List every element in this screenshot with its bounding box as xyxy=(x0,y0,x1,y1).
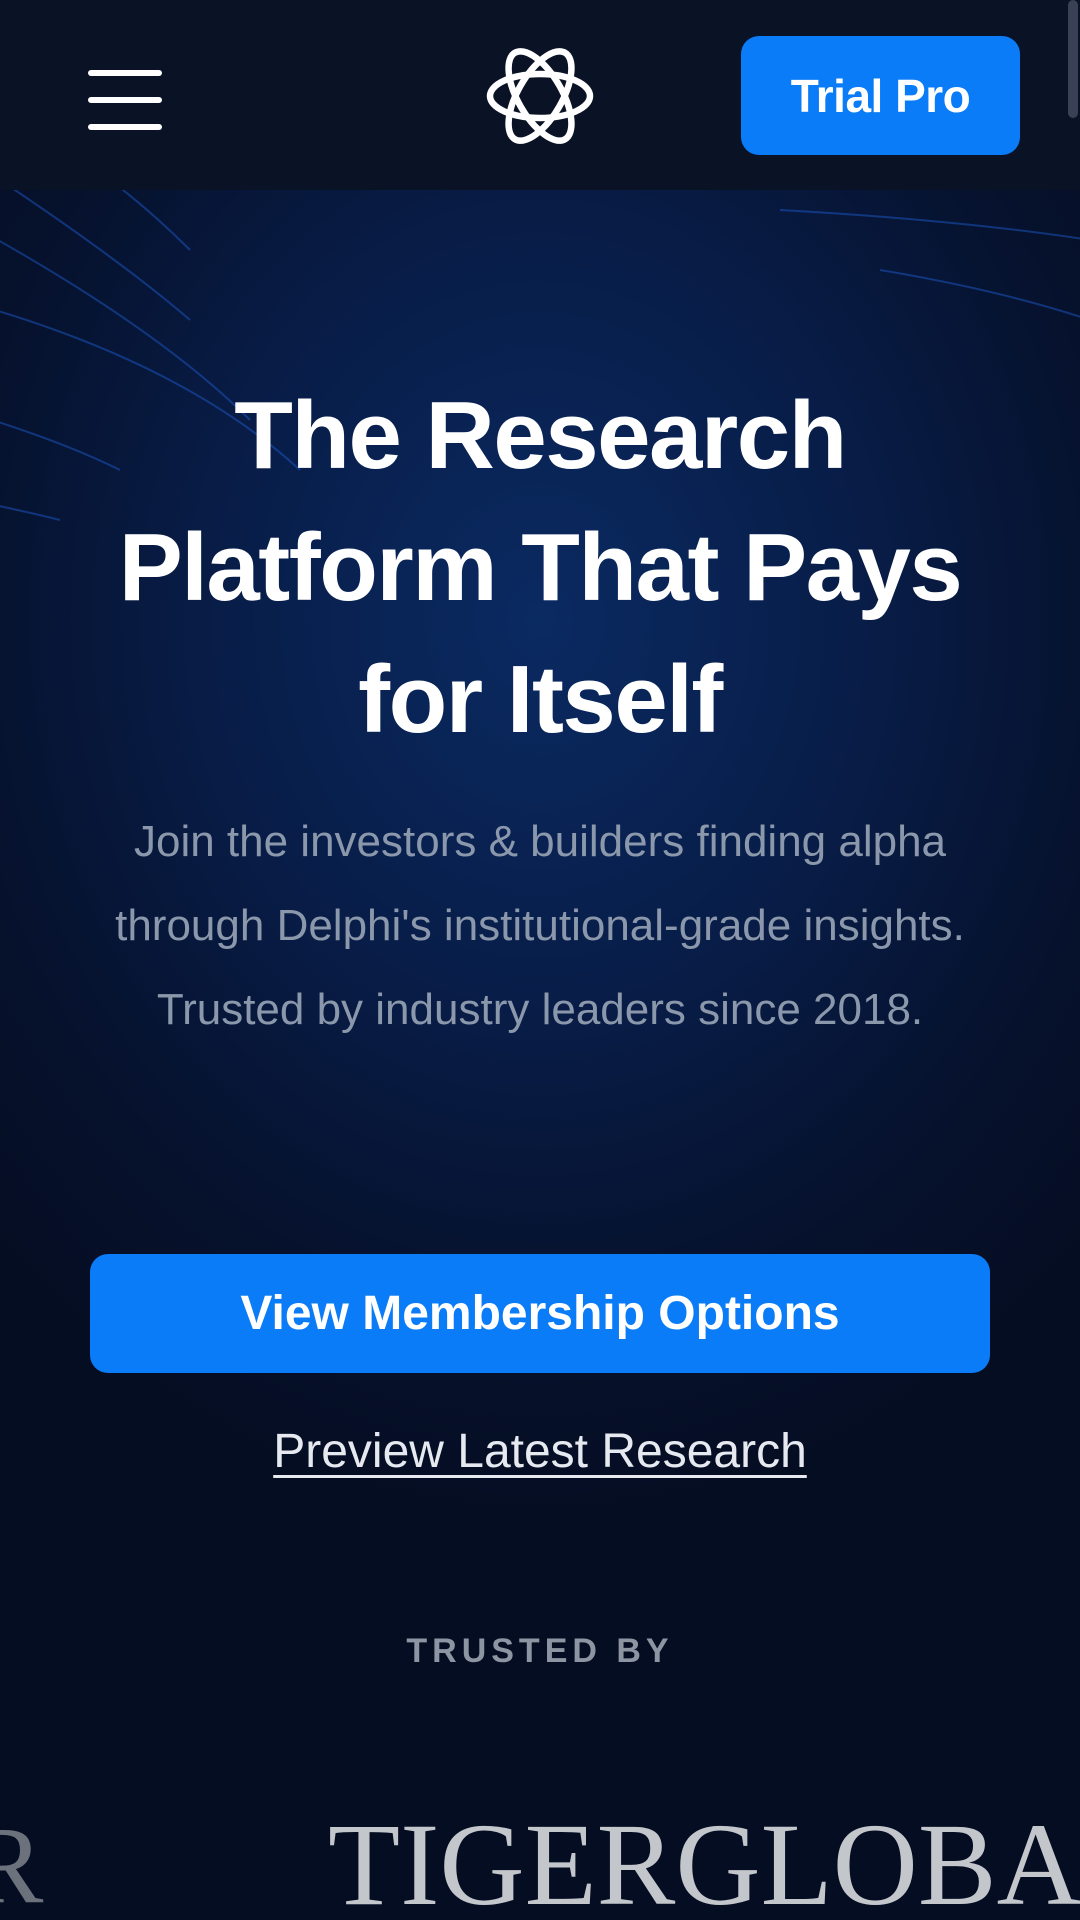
partner-logo-strip: R TIGERGLOBA xyxy=(0,1810,1080,1920)
menu-line-bottom xyxy=(88,124,162,130)
header-bar: Trial Pro xyxy=(0,0,1080,190)
hero-subtitle: Join the investors & builders finding al… xyxy=(115,817,965,1034)
menu-line-middle xyxy=(88,97,162,103)
preview-research-container: Preview Latest Research xyxy=(0,1420,1080,1484)
hero-title: The Research Platform That Pays for Itse… xyxy=(118,382,963,753)
menu-line-top xyxy=(88,70,162,76)
scrollbar-thumb[interactable] xyxy=(1068,0,1078,118)
trusted-by-heading: TRUSTED BY xyxy=(406,1632,674,1670)
preview-latest-research-link[interactable]: Preview Latest Research xyxy=(273,1425,807,1478)
tiger-global-logo: TIGERGLOBA xyxy=(328,1810,1080,1920)
view-membership-options-button[interactable]: View Membership Options xyxy=(90,1254,990,1373)
trial-pro-button[interactable]: Trial Pro xyxy=(741,36,1020,155)
delphi-knot-logo-icon[interactable] xyxy=(478,34,602,158)
partner-logo-partial: R xyxy=(0,1810,44,1920)
hamburger-menu-icon[interactable] xyxy=(88,70,162,130)
